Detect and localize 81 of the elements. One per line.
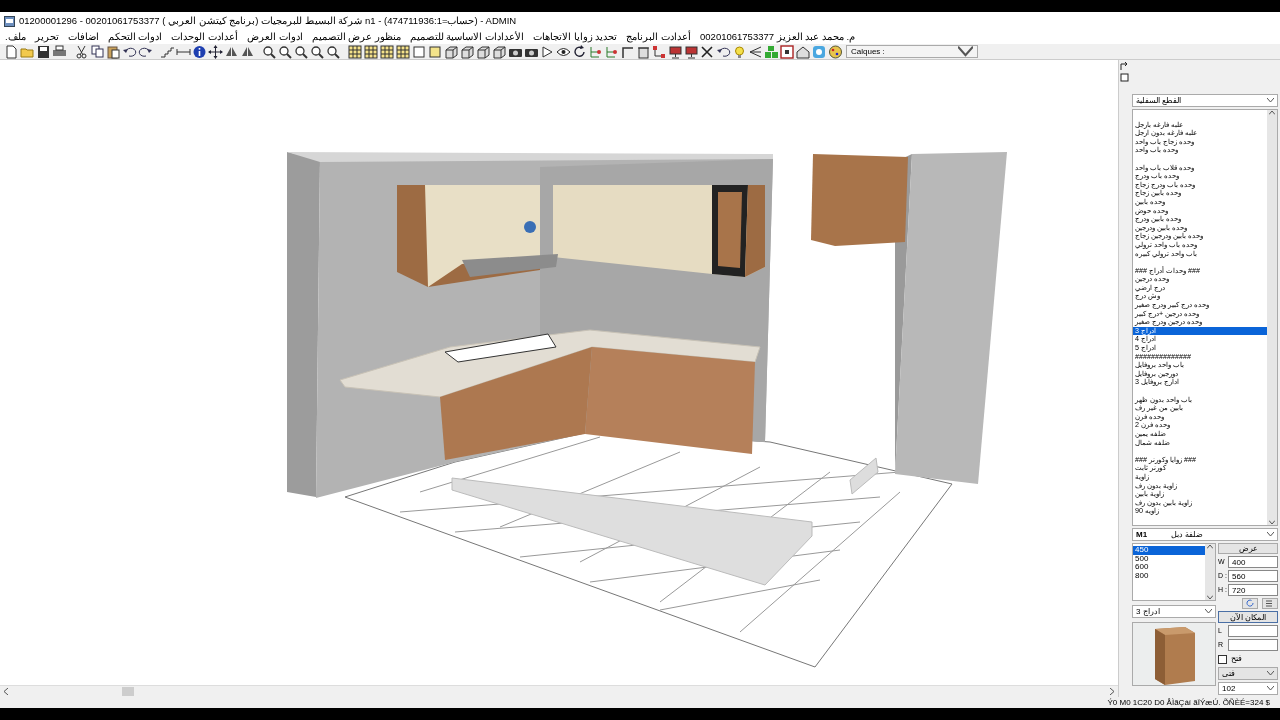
layers-combo[interactable]: Calques : xyxy=(846,45,978,58)
palette-icon[interactable] xyxy=(828,44,843,59)
menu-item[interactable]: اضافات xyxy=(67,29,99,45)
scroll-right-icon[interactable] xyxy=(1109,688,1115,695)
app-icon xyxy=(4,15,15,27)
menu-item[interactable]: منظور عرض التصميم xyxy=(311,29,401,45)
scroll-up-icon[interactable] xyxy=(1207,544,1213,549)
move-arrows-icon[interactable] xyxy=(208,44,223,59)
list-item[interactable]: 600 xyxy=(1133,563,1205,572)
checkbox[interactable] xyxy=(1218,654,1227,664)
grid-icon[interactable] xyxy=(348,44,363,59)
cube-icon[interactable] xyxy=(460,44,475,59)
refresh-icon[interactable] xyxy=(572,44,587,59)
dimension-field[interactable]: 400 xyxy=(1228,556,1278,568)
window-title: 01200001296 - 00201061753377 شركة البسيط للبرمجيات (برنامج كيتشن العربي ) n1 - (حساب=474711936:1) - ADMIN xyxy=(19,13,517,29)
grid-icon[interactable] xyxy=(364,44,379,59)
status-text: Ý0 M0 1C20 D0 ÅÌãÇáí ãÏÝæÚ. ÕÑÈÉ=324 $ xyxy=(1107,696,1270,709)
handle-dropdown[interactable]: فتى xyxy=(1218,667,1278,680)
menu-item[interactable]: ادوات العرض xyxy=(246,29,303,45)
scrollbar-thumb[interactable] xyxy=(122,687,134,696)
corner-icon[interactable] xyxy=(620,44,635,59)
magnifier-icon[interactable] xyxy=(326,44,341,59)
scroll-down-icon[interactable] xyxy=(1207,595,1213,600)
list-item[interactable]: 500 xyxy=(1133,554,1205,564)
cube-icon[interactable] xyxy=(476,44,491,59)
info-icon[interactable] xyxy=(192,44,207,59)
cube-icon[interactable] xyxy=(492,44,507,59)
monitor-icon[interactable] xyxy=(684,44,699,59)
chevron-down-icon xyxy=(1267,686,1274,691)
chevron-down-icon xyxy=(1267,532,1274,537)
scroll-left-icon[interactable] xyxy=(3,688,9,695)
list-item[interactable]: 800 xyxy=(1133,571,1205,581)
chevron-down-icon xyxy=(1267,671,1274,676)
magnifier-icon[interactable] xyxy=(278,44,293,59)
list-icon[interactable] xyxy=(1262,598,1278,609)
close-icon[interactable] xyxy=(700,44,715,59)
color-dropdown[interactable]: 102 xyxy=(1218,682,1278,695)
magnifier-icon[interactable] xyxy=(294,44,309,59)
clipboard-icon[interactable] xyxy=(106,44,121,59)
place-button[interactable]: المكان الآن xyxy=(1218,611,1278,623)
menu-item[interactable]: ملف. xyxy=(5,29,26,45)
hierarchy-icon[interactable] xyxy=(604,44,619,59)
monitor-icon[interactable] xyxy=(668,44,683,59)
scroll-up-icon[interactable] xyxy=(1269,110,1275,115)
drawer-dropdown[interactable]: ادراج 3 xyxy=(1132,605,1216,618)
list-item[interactable]: 450 xyxy=(1133,546,1205,555)
square-icon[interactable] xyxy=(412,44,427,59)
offset-field[interactable] xyxy=(1228,625,1278,637)
dimension-field[interactable]: 560 xyxy=(1228,570,1278,582)
menu-item[interactable]: ادوات التحكم xyxy=(107,29,163,45)
offset-field[interactable] xyxy=(1228,639,1278,651)
scroll-down-icon[interactable] xyxy=(1269,520,1275,525)
menu-item[interactable]: م. محمد عبد العزيز 00201061753377 xyxy=(700,29,856,45)
printer-icon[interactable] xyxy=(52,44,67,59)
hierarchy-icon[interactable] xyxy=(588,44,603,59)
grid-icon[interactable] xyxy=(396,44,411,59)
copy-icon[interactable] xyxy=(90,44,105,59)
checkbox-label: فتح xyxy=(1231,653,1242,665)
page-icon[interactable] xyxy=(1120,73,1129,82)
magnifier-icon[interactable] xyxy=(310,44,325,59)
flowchart-icon[interactable] xyxy=(652,44,667,59)
menu-item[interactable]: أعدادت البرنامج xyxy=(626,29,692,45)
scissors-icon[interactable] xyxy=(74,44,89,59)
arrow-tool-icon[interactable] xyxy=(1120,62,1129,71)
show-button[interactable]: عرض xyxy=(1218,543,1278,554)
grid-icon[interactable] xyxy=(380,44,395,59)
chevron-down-icon xyxy=(958,44,973,59)
menu-item[interactable]: الأعدادات الاساسية للتصميم xyxy=(409,29,525,45)
chevron-down-icon xyxy=(1267,98,1274,103)
menu-item[interactable]: أعدادت الوحدات xyxy=(171,29,238,45)
magnifier-icon[interactable] xyxy=(262,44,277,59)
chevron-down-icon xyxy=(1205,609,1212,614)
perspective-icon[interactable] xyxy=(748,44,763,59)
trash-icon[interactable] xyxy=(636,44,651,59)
menu-item[interactable]: تحرير xyxy=(34,29,59,45)
stairs-icon[interactable] xyxy=(160,44,175,59)
menu-item[interactable]: تحديد زوايا الاتجاهات xyxy=(533,29,618,45)
cube-icon[interactable] xyxy=(444,44,459,59)
category-dropdown[interactable]: القطع السفلية xyxy=(1132,94,1278,107)
frame-icon[interactable] xyxy=(780,44,795,59)
dimension-field[interactable]: 720 xyxy=(1228,584,1278,596)
